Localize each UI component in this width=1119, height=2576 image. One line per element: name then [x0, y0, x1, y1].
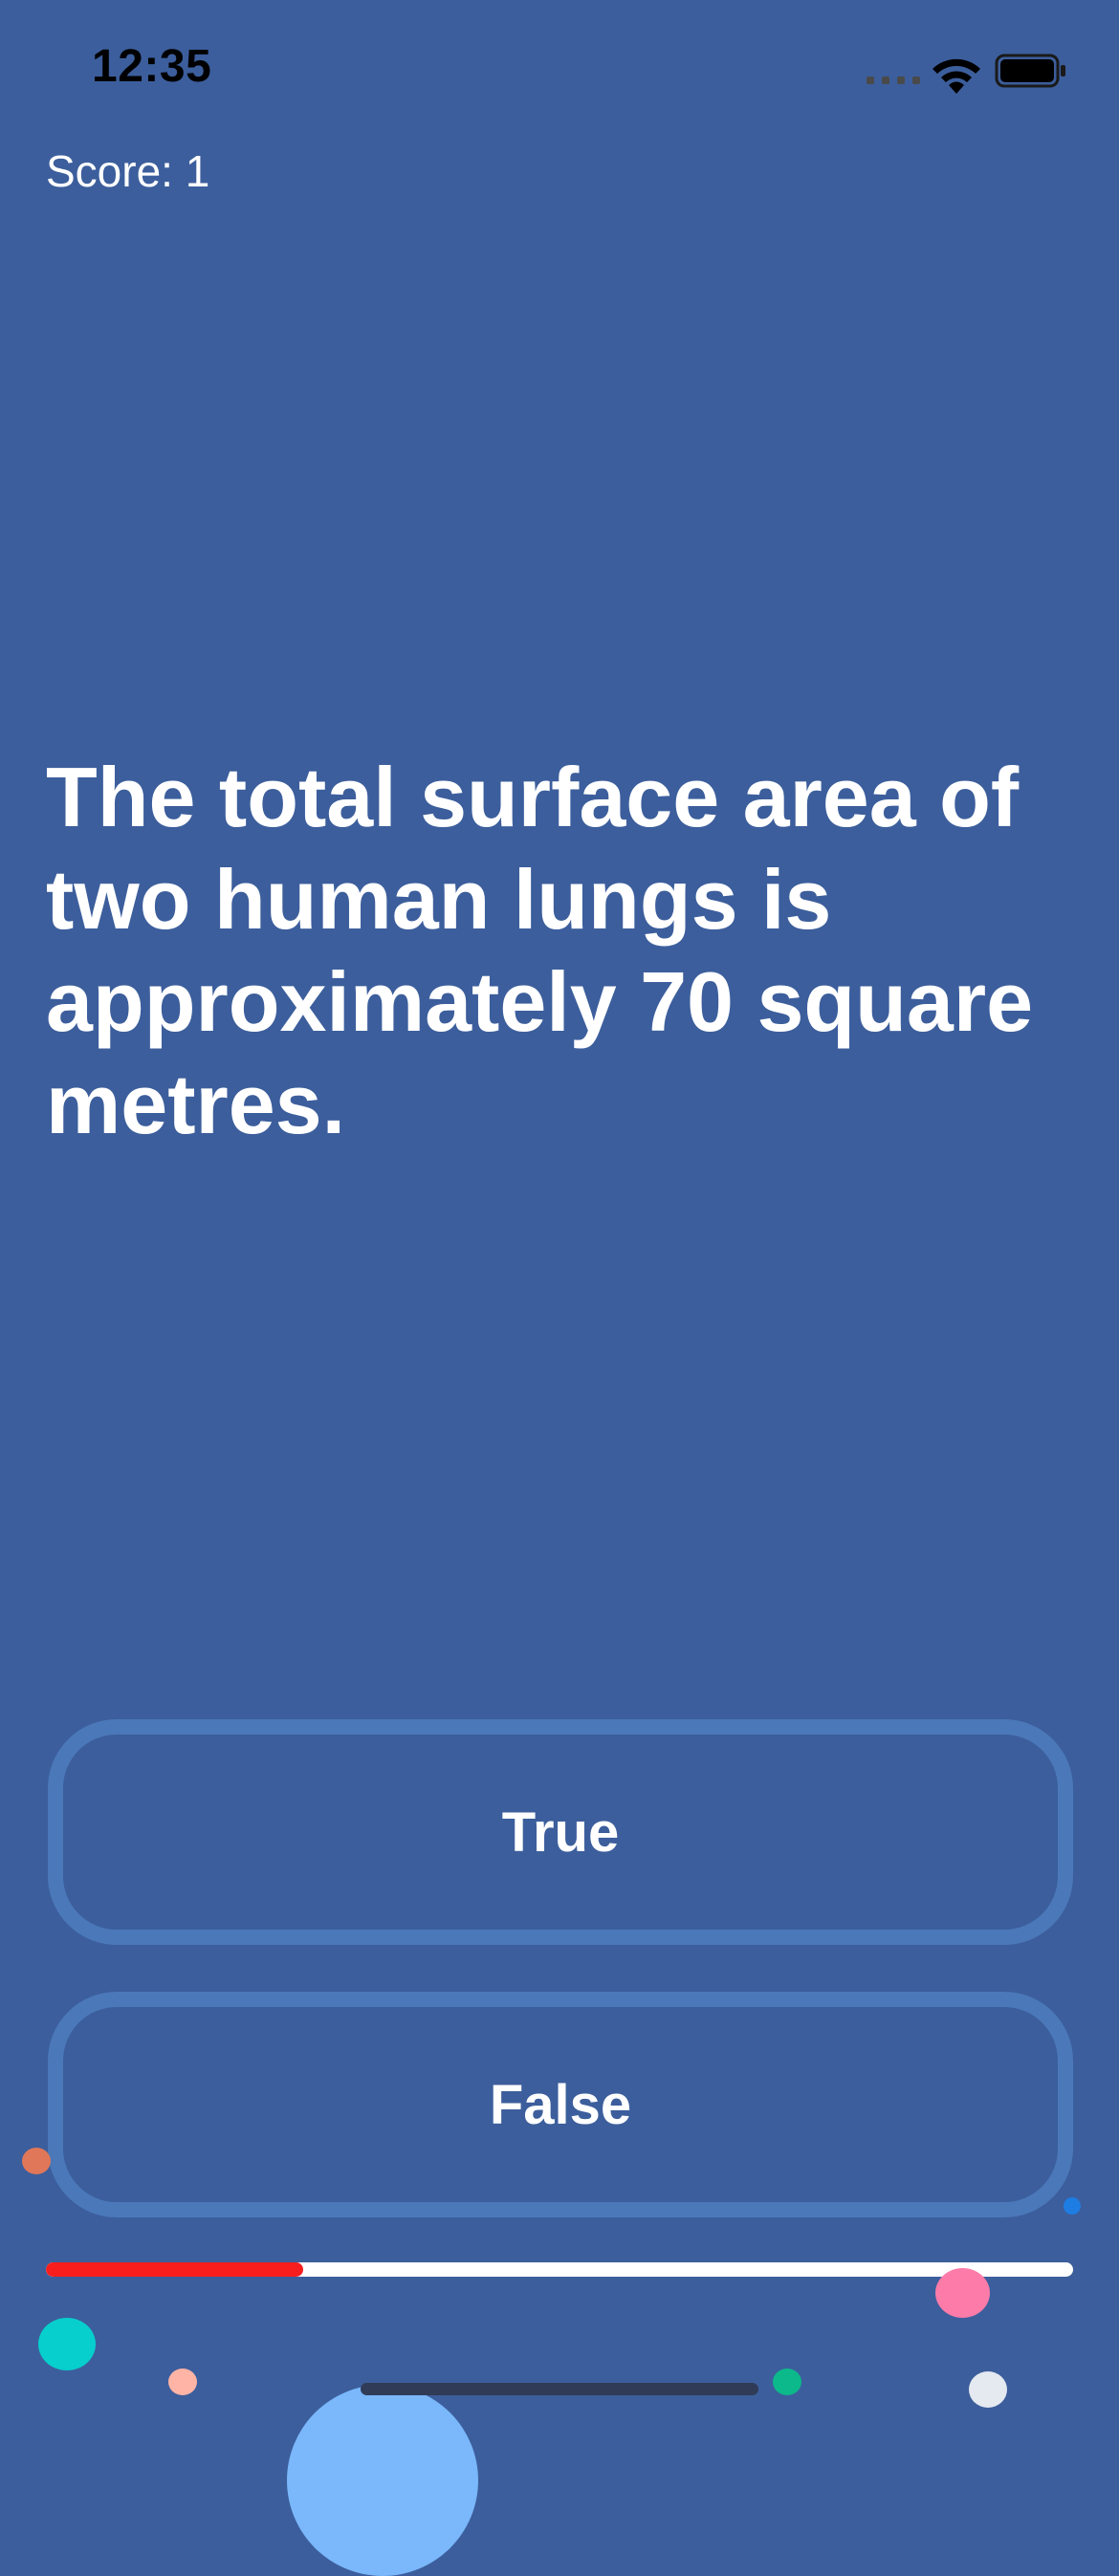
decorative-bubble: [287, 2385, 478, 2576]
confetti-dot: [1064, 2197, 1081, 2215]
progress-fill: [46, 2262, 303, 2277]
battery-icon: [995, 54, 1065, 88]
true-button[interactable]: True: [48, 1719, 1073, 1945]
confetti-dot: [38, 2318, 96, 2370]
confetti-dot: [935, 2268, 990, 2318]
score-label: Score: 1: [46, 146, 210, 196]
false-button[interactable]: False: [48, 1992, 1073, 2217]
progress-bar: [46, 2262, 1073, 2277]
cellular-signal-icon: [867, 76, 920, 84]
home-indicator[interactable]: [361, 2383, 758, 2395]
confetti-dot: [168, 2369, 197, 2395]
confetti-dot: [969, 2371, 1007, 2408]
wifi-icon: [932, 58, 980, 94]
question-text: The total surface area of two human lung…: [46, 750, 1034, 1151]
status-bar: 12:35: [0, 0, 1119, 143]
status-time: 12:35: [92, 41, 212, 92]
confetti-dot: [773, 2369, 801, 2395]
confetti-dot: [22, 2148, 51, 2174]
